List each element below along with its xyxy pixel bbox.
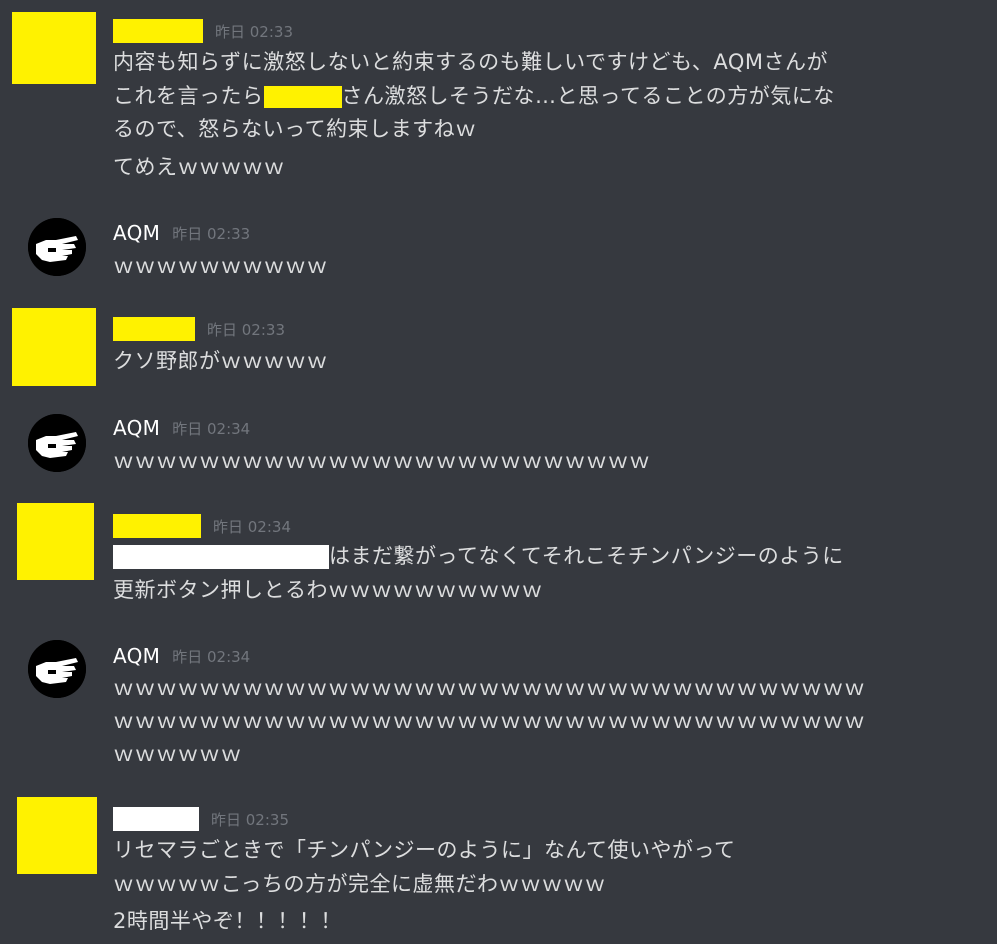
message-line: ｗｗｗｗｗｗｗｗｗｗｗｗｗｗｗｗｗｗｗｗｗｗｗｗｗｗｗｗｗｗｗｗｗｗｗ (113, 709, 866, 733)
message-header: AQM 昨日 02:34 (113, 643, 250, 669)
timestamp: 昨日 02:33 (207, 320, 285, 339)
message-line: ｗｗｗｗｗｗ (113, 742, 242, 766)
message-line: 2時間半やぞ！！！！！ (113, 909, 342, 933)
pointing-hand-icon (28, 640, 86, 698)
timestamp: 昨日 02:34 (172, 419, 251, 438)
message-header: 昨日 02:33 (113, 18, 293, 44)
message-header: 昨日 02:34 (113, 513, 291, 539)
avatar[interactable] (17, 797, 97, 874)
avatar[interactable] (28, 414, 86, 472)
message-header: 昨日 02:33 (113, 316, 285, 342)
avatar[interactable] (17, 503, 94, 580)
timestamp: 昨日 02:34 (213, 517, 291, 536)
message-line: 更新ボタン押しとるわｗｗｗｗｗｗｗｗｗｗ (113, 578, 543, 602)
timestamp: 昨日 02:33 (215, 22, 293, 41)
message-line: ｗｗｗｗｗｗｗｗｗｗ (113, 254, 328, 278)
message-line: ｗｗｗｗｗｗｗｗｗｗｗｗｗｗｗｗｗｗｗｗｗｗｗｗｗｗｗｗｗｗｗｗｗｗｗ (113, 676, 866, 700)
redaction-block (263, 86, 342, 108)
message-line: 内容も知らずに激怒しないと約束するのも難しいですけども、AQMさんが (113, 50, 828, 74)
username-redacted[interactable] (113, 19, 203, 43)
username[interactable]: AQM (113, 221, 160, 245)
timestamp: 昨日 02:35 (211, 810, 289, 829)
timestamp: 昨日 02:34 (172, 647, 251, 666)
redaction-block (113, 545, 329, 569)
message-line: はまだ繋がってなくてそれこそチンパンジーのように (113, 540, 844, 572)
message-header: AQM 昨日 02:34 (113, 415, 250, 441)
pointing-hand-icon (28, 414, 86, 472)
message-line: クソ野郎がｗｗｗｗｗ (113, 349, 328, 373)
message-line: これを言ったら さん激怒しそうだな…と思ってることの方が気にな (113, 84, 835, 108)
message-line: てめえｗｗｗｗｗ (113, 155, 285, 179)
avatar[interactable] (28, 218, 86, 276)
username-redacted[interactable] (113, 317, 195, 341)
message-line: るので、怒らないって約束しますねｗ (113, 117, 477, 141)
timestamp: 昨日 02:33 (172, 224, 251, 243)
pointing-hand-icon (28, 218, 86, 276)
avatar[interactable] (12, 308, 96, 386)
avatar[interactable] (12, 12, 96, 84)
username[interactable]: AQM (113, 416, 160, 440)
avatar[interactable] (28, 640, 86, 698)
message-line: ｗｗｗｗｗｗｗｗｗｗｗｗｗｗｗｗｗｗｗｗｗｗｗｗｗ (113, 449, 651, 473)
message-header: 昨日 02:35 (113, 806, 289, 832)
message-header: AQM 昨日 02:33 (113, 220, 250, 246)
message-line: ｗｗｗｗｗこっちの方が完全に虚無だわｗｗｗｗｗ (113, 872, 607, 896)
username-redacted[interactable] (113, 514, 201, 538)
username[interactable]: AQM (113, 644, 160, 668)
message-line: リセマラごときで「チンパンジーのように」なんて使いやがって (113, 838, 736, 862)
username-redacted[interactable] (113, 807, 199, 831)
